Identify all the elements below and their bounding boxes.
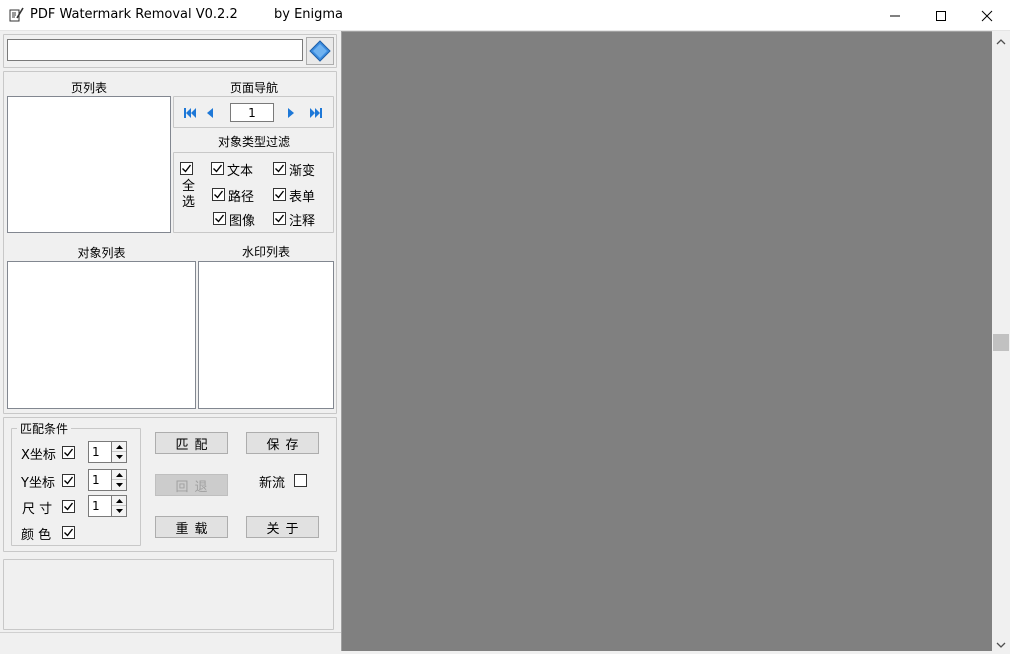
filter-image-checkbox[interactable] — [213, 212, 226, 225]
page-list[interactable] — [7, 96, 171, 233]
filter-annotation-checkbox[interactable] — [273, 212, 286, 225]
check-icon — [182, 164, 192, 173]
file-path-input[interactable] — [7, 39, 303, 61]
size-checkbox[interactable] — [62, 500, 75, 513]
match-button[interactable]: 匹配 — [155, 432, 228, 454]
spin-up-button[interactable] — [112, 442, 126, 452]
filter-path-label: 路径 — [228, 190, 255, 205]
new-stream-checkbox[interactable] — [294, 474, 307, 487]
last-page-icon — [310, 108, 322, 118]
y-coord-spin-input[interactable] — [88, 469, 112, 491]
close-button[interactable] — [964, 0, 1010, 31]
check-icon — [64, 448, 74, 457]
scroll-down-icon[interactable] — [996, 638, 1006, 652]
spin-down-button[interactable] — [112, 452, 126, 462]
filter-form-checkbox[interactable] — [273, 188, 286, 201]
filter-form-label: 表单 — [289, 190, 316, 205]
check-icon — [275, 164, 285, 173]
filter-text-label: 文本 — [227, 164, 254, 179]
size-spinner[interactable] — [111, 495, 127, 517]
watermark-list-title: 水印列表 — [241, 245, 290, 259]
page-number-input[interactable] — [230, 103, 274, 122]
y-coord-spinner[interactable] — [111, 469, 127, 491]
object-list[interactable] — [7, 261, 196, 409]
open-file-button[interactable] — [306, 37, 334, 65]
first-page-icon — [184, 108, 196, 118]
prev-page-button[interactable] — [201, 104, 219, 122]
pen-document-icon — [8, 7, 24, 23]
next-page-button[interactable] — [282, 104, 300, 122]
diamond-open-icon — [309, 40, 331, 62]
spin-down-icon — [115, 455, 123, 459]
filter-gradient-checkbox[interactable] — [273, 162, 286, 175]
color-checkbox[interactable] — [62, 526, 75, 539]
spin-up-button[interactable] — [112, 496, 126, 506]
log-box — [3, 559, 334, 630]
watermark-list[interactable] — [198, 261, 334, 409]
y-coord-checkbox[interactable] — [62, 474, 75, 487]
window-title: PDF Watermark Removal V0.2.2 — [30, 7, 238, 22]
filter-annotation-label: 注释 — [289, 214, 316, 229]
save-button[interactable]: 保存 — [246, 432, 319, 454]
status-divider — [0, 632, 341, 633]
scroll-up-icon[interactable] — [996, 35, 1006, 49]
page-preview[interactable] — [341, 31, 992, 651]
spin-up-icon — [115, 472, 123, 477]
check-icon — [215, 214, 225, 223]
first-page-button[interactable] — [181, 104, 199, 122]
select-all-label: 全 选 — [182, 179, 196, 210]
filter-gradient-label: 渐变 — [289, 164, 316, 179]
last-page-button[interactable] — [307, 104, 325, 122]
check-icon — [64, 502, 74, 511]
x-coord-spin-input[interactable] — [88, 441, 112, 463]
x-coord-checkbox[interactable] — [62, 446, 75, 459]
size-label: 尺 寸 — [22, 502, 53, 517]
undo-button[interactable]: 回退 — [155, 474, 228, 496]
color-label: 颜 色 — [21, 528, 52, 543]
next-page-icon — [288, 108, 294, 118]
spin-down-icon — [115, 483, 123, 487]
check-icon — [275, 214, 285, 223]
spin-up-icon — [115, 498, 123, 503]
about-button[interactable]: 关于 — [246, 516, 319, 538]
filter-text-checkbox[interactable] — [211, 162, 224, 175]
check-icon — [213, 164, 223, 173]
check-icon — [64, 476, 74, 485]
x-coord-label: X坐标 — [21, 448, 56, 463]
spin-up-button[interactable] — [112, 470, 126, 480]
size-spin-input[interactable] — [88, 495, 112, 517]
minimize-button[interactable] — [872, 0, 918, 31]
check-icon — [64, 528, 74, 537]
select-all-checkbox[interactable] — [180, 162, 193, 175]
type-filter-title: 对象类型过滤 — [217, 135, 290, 149]
page-nav-title: 页面导航 — [229, 81, 278, 95]
spin-down-button[interactable] — [112, 480, 126, 490]
filter-image-label: 图像 — [229, 214, 256, 229]
spin-down-button[interactable] — [112, 506, 126, 516]
x-coord-spinner[interactable] — [111, 441, 127, 463]
title-bar: PDF Watermark Removal V0.2.2 by Enigma — [0, 0, 1010, 31]
new-stream-label: 新流 — [259, 476, 286, 491]
check-icon — [275, 190, 285, 199]
page-list-title: 页列表 — [70, 81, 107, 95]
maximize-button[interactable] — [918, 0, 964, 31]
spin-down-icon — [115, 509, 123, 513]
prev-page-icon — [207, 108, 213, 118]
object-list-title: 对象列表 — [77, 246, 126, 260]
maximize-icon — [936, 10, 946, 21]
match-conditions-title: 匹配条件 — [17, 420, 72, 437]
window-author: by Enigma — [274, 7, 344, 22]
filter-path-checkbox[interactable] — [212, 188, 225, 201]
spin-up-icon — [115, 444, 123, 449]
reload-button[interactable]: 重载 — [155, 516, 228, 538]
close-icon — [981, 10, 993, 21]
y-coord-label: Y坐标 — [21, 476, 55, 491]
scroll-thumb[interactable] — [993, 334, 1009, 351]
check-icon — [214, 190, 224, 199]
minimize-icon — [890, 15, 900, 16]
